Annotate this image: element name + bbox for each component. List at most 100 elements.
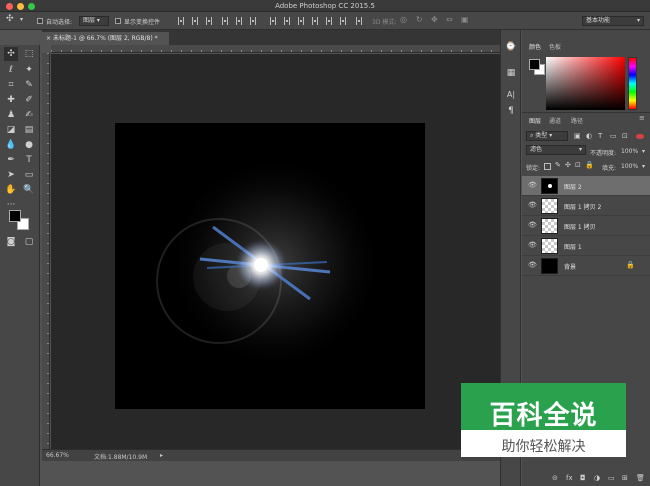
align-bottom-icon[interactable] [206, 17, 212, 25]
screen-mode-icon[interactable]: ▢ [22, 235, 36, 249]
status-chevron-icon[interactable]: ▸ [160, 452, 163, 459]
add-mask-icon[interactable]: ◘ [580, 474, 586, 482]
lock-position-icon[interactable]: ✣ [565, 161, 571, 169]
lock-all-icon[interactable]: 🔒 [585, 161, 594, 169]
filter-smart-object-icon[interactable]: ⊡ [622, 132, 628, 140]
auto-select-checkbox[interactable] [37, 18, 43, 24]
align-vcenter-icon[interactable] [192, 17, 198, 25]
3d-slide-icon[interactable]: ⇔ [446, 15, 453, 24]
3d-pan-icon[interactable]: ✥ [431, 15, 438, 24]
visibility-eye-icon[interactable]: 👁 [528, 182, 537, 189]
new-group-icon[interactable]: ▭ [608, 474, 615, 482]
color-picker-field[interactable] [546, 57, 625, 110]
tab-paths[interactable]: 路径 [571, 116, 583, 125]
tab-color[interactable]: 颜色 [529, 42, 541, 51]
rectangle-tool-icon[interactable]: ▭ [22, 168, 36, 182]
hue-slider[interactable] [628, 57, 637, 110]
adjustment-layer-icon[interactable]: ◑ [594, 474, 600, 482]
blend-mode-dropdown[interactable]: 滤色 ▾ [526, 145, 586, 155]
layer-name[interactable]: 图层 2 [564, 182, 582, 191]
link-layers-icon[interactable]: ⊝ [552, 474, 558, 482]
layer-name[interactable]: 图层 1 拷贝 2 [564, 202, 601, 211]
pen-tool-icon[interactable]: ✒ [4, 153, 18, 167]
marquee-tool-icon[interactable]: ⬚ [22, 47, 36, 61]
auto-align-icon[interactable] [356, 17, 362, 25]
clone-stamp-tool-icon[interactable]: ♟ [4, 108, 18, 122]
hand-tool-icon[interactable]: ✋ [4, 183, 18, 197]
layer-row[interactable]: 👁 图层 1 拷贝 [522, 216, 650, 236]
zoom-tool-icon[interactable]: 🔍 [22, 183, 36, 197]
layer-row[interactable]: 👁 图层 1 拷贝 2 [522, 196, 650, 216]
move-tool-preset-icon[interactable]: ✣ [6, 14, 14, 24]
visibility-eye-icon[interactable]: 👁 [528, 202, 537, 209]
filter-shape-icon[interactable]: ▭ [610, 132, 617, 140]
ruler-vertical[interactable] [42, 53, 50, 449]
lock-image-icon[interactable]: ✎ [555, 161, 561, 169]
document-tab[interactable]: × 未标题-1 @ 66.7% (图层 2, RGB/8) * [42, 32, 169, 45]
eraser-tool-icon[interactable]: ◪ [4, 123, 18, 137]
3d-orbit-icon[interactable]: ◎ [400, 15, 407, 24]
quick-mask-icon[interactable]: ◙ [4, 235, 18, 249]
visibility-eye-icon[interactable]: 👁 [528, 242, 537, 249]
align-left-icon[interactable] [222, 17, 228, 25]
type-tool-icon[interactable]: T [22, 153, 36, 167]
layer-name[interactable]: 图层 1 拷贝 [564, 222, 596, 231]
character-panel-icon[interactable]: A| [504, 88, 518, 102]
panel-menu-icon[interactable]: ≡ [639, 114, 645, 122]
filter-toggle[interactable] [636, 134, 644, 139]
visibility-eye-icon[interactable]: 👁 [528, 222, 537, 229]
align-hcenter-icon[interactable] [236, 17, 242, 25]
distribute-top-icon[interactable] [270, 17, 276, 25]
lasso-tool-icon[interactable]: ℓ [4, 63, 18, 77]
distribute-hcenter-icon[interactable] [326, 17, 332, 25]
show-transform-checkbox[interactable] [115, 18, 121, 24]
layer-style-icon[interactable]: fx [566, 474, 573, 482]
layer-row[interactable]: 👁 图层 2 [522, 176, 650, 196]
magic-wand-tool-icon[interactable]: ✦ [22, 63, 36, 77]
tab-channels[interactable]: 通道 [549, 116, 561, 125]
align-right-icon[interactable] [250, 17, 256, 25]
document-info[interactable]: 文档:1.88M/10.9M [94, 452, 147, 461]
distribute-left-icon[interactable] [312, 17, 318, 25]
fill-value[interactable]: 100% [621, 163, 638, 170]
dodge-tool-icon[interactable]: ● [22, 138, 36, 152]
brush-tool-icon[interactable]: ✐ [22, 93, 36, 107]
fill-chevron-icon[interactable]: ▾ [642, 163, 645, 170]
3d-scale-icon[interactable]: ▣ [461, 15, 469, 24]
new-layer-icon[interactable]: ⊞ [622, 474, 628, 482]
lock-artboard-icon[interactable]: ⊡ [575, 161, 581, 169]
tab-layers[interactable]: 图层 [529, 116, 541, 125]
3d-roll-icon[interactable]: ↻ [416, 15, 423, 24]
crop-tool-icon[interactable]: ⌗ [4, 78, 18, 92]
lock-transparent-icon[interactable] [544, 163, 551, 170]
delete-layer-icon[interactable]: 🗑 [636, 474, 645, 482]
history-panel-icon[interactable]: ⌚ [504, 40, 518, 54]
distribute-vcenter-icon[interactable] [284, 17, 290, 25]
filter-adjustment-icon[interactable]: ◐ [586, 132, 592, 140]
layer-name[interactable]: 背景 [564, 262, 576, 271]
opacity-chevron-icon[interactable]: ▾ [642, 148, 645, 155]
align-top-icon[interactable] [178, 17, 184, 25]
properties-panel-icon[interactable]: ▦ [504, 66, 518, 80]
tool-preset-chevron-icon[interactable]: ▾ [20, 16, 23, 23]
tab-swatches[interactable]: 色板 [549, 42, 561, 51]
auto-select-dropdown[interactable]: 图层 ▾ [79, 16, 109, 26]
healing-brush-tool-icon[interactable]: ✚ [4, 93, 18, 107]
ruler-horizontal[interactable] [51, 45, 520, 53]
layer-row[interactable]: 👁 背景 🔒 [522, 256, 650, 276]
zoom-level[interactable]: 66.67% [46, 452, 69, 459]
visibility-eye-icon[interactable]: 👁 [528, 262, 537, 269]
gradient-tool-icon[interactable]: ▤ [22, 123, 36, 137]
distribute-bottom-icon[interactable] [298, 17, 304, 25]
history-brush-tool-icon[interactable]: ✍ [22, 108, 36, 122]
opacity-value[interactable]: 100% [621, 148, 638, 155]
path-selection-tool-icon[interactable]: ➤ [4, 168, 18, 182]
document-close-icon[interactable]: × [46, 35, 53, 42]
paragraph-panel-icon[interactable]: ¶ [504, 104, 518, 118]
distribute-right-icon[interactable] [340, 17, 346, 25]
blur-tool-icon[interactable]: 💧 [4, 138, 18, 152]
move-tool-icon[interactable]: ✣ [4, 47, 18, 61]
workspace-dropdown[interactable]: 基本功能 ▾ [582, 16, 644, 26]
eyedropper-tool-icon[interactable]: ✎ [22, 78, 36, 92]
layer-row[interactable]: 👁 图层 1 [522, 236, 650, 256]
